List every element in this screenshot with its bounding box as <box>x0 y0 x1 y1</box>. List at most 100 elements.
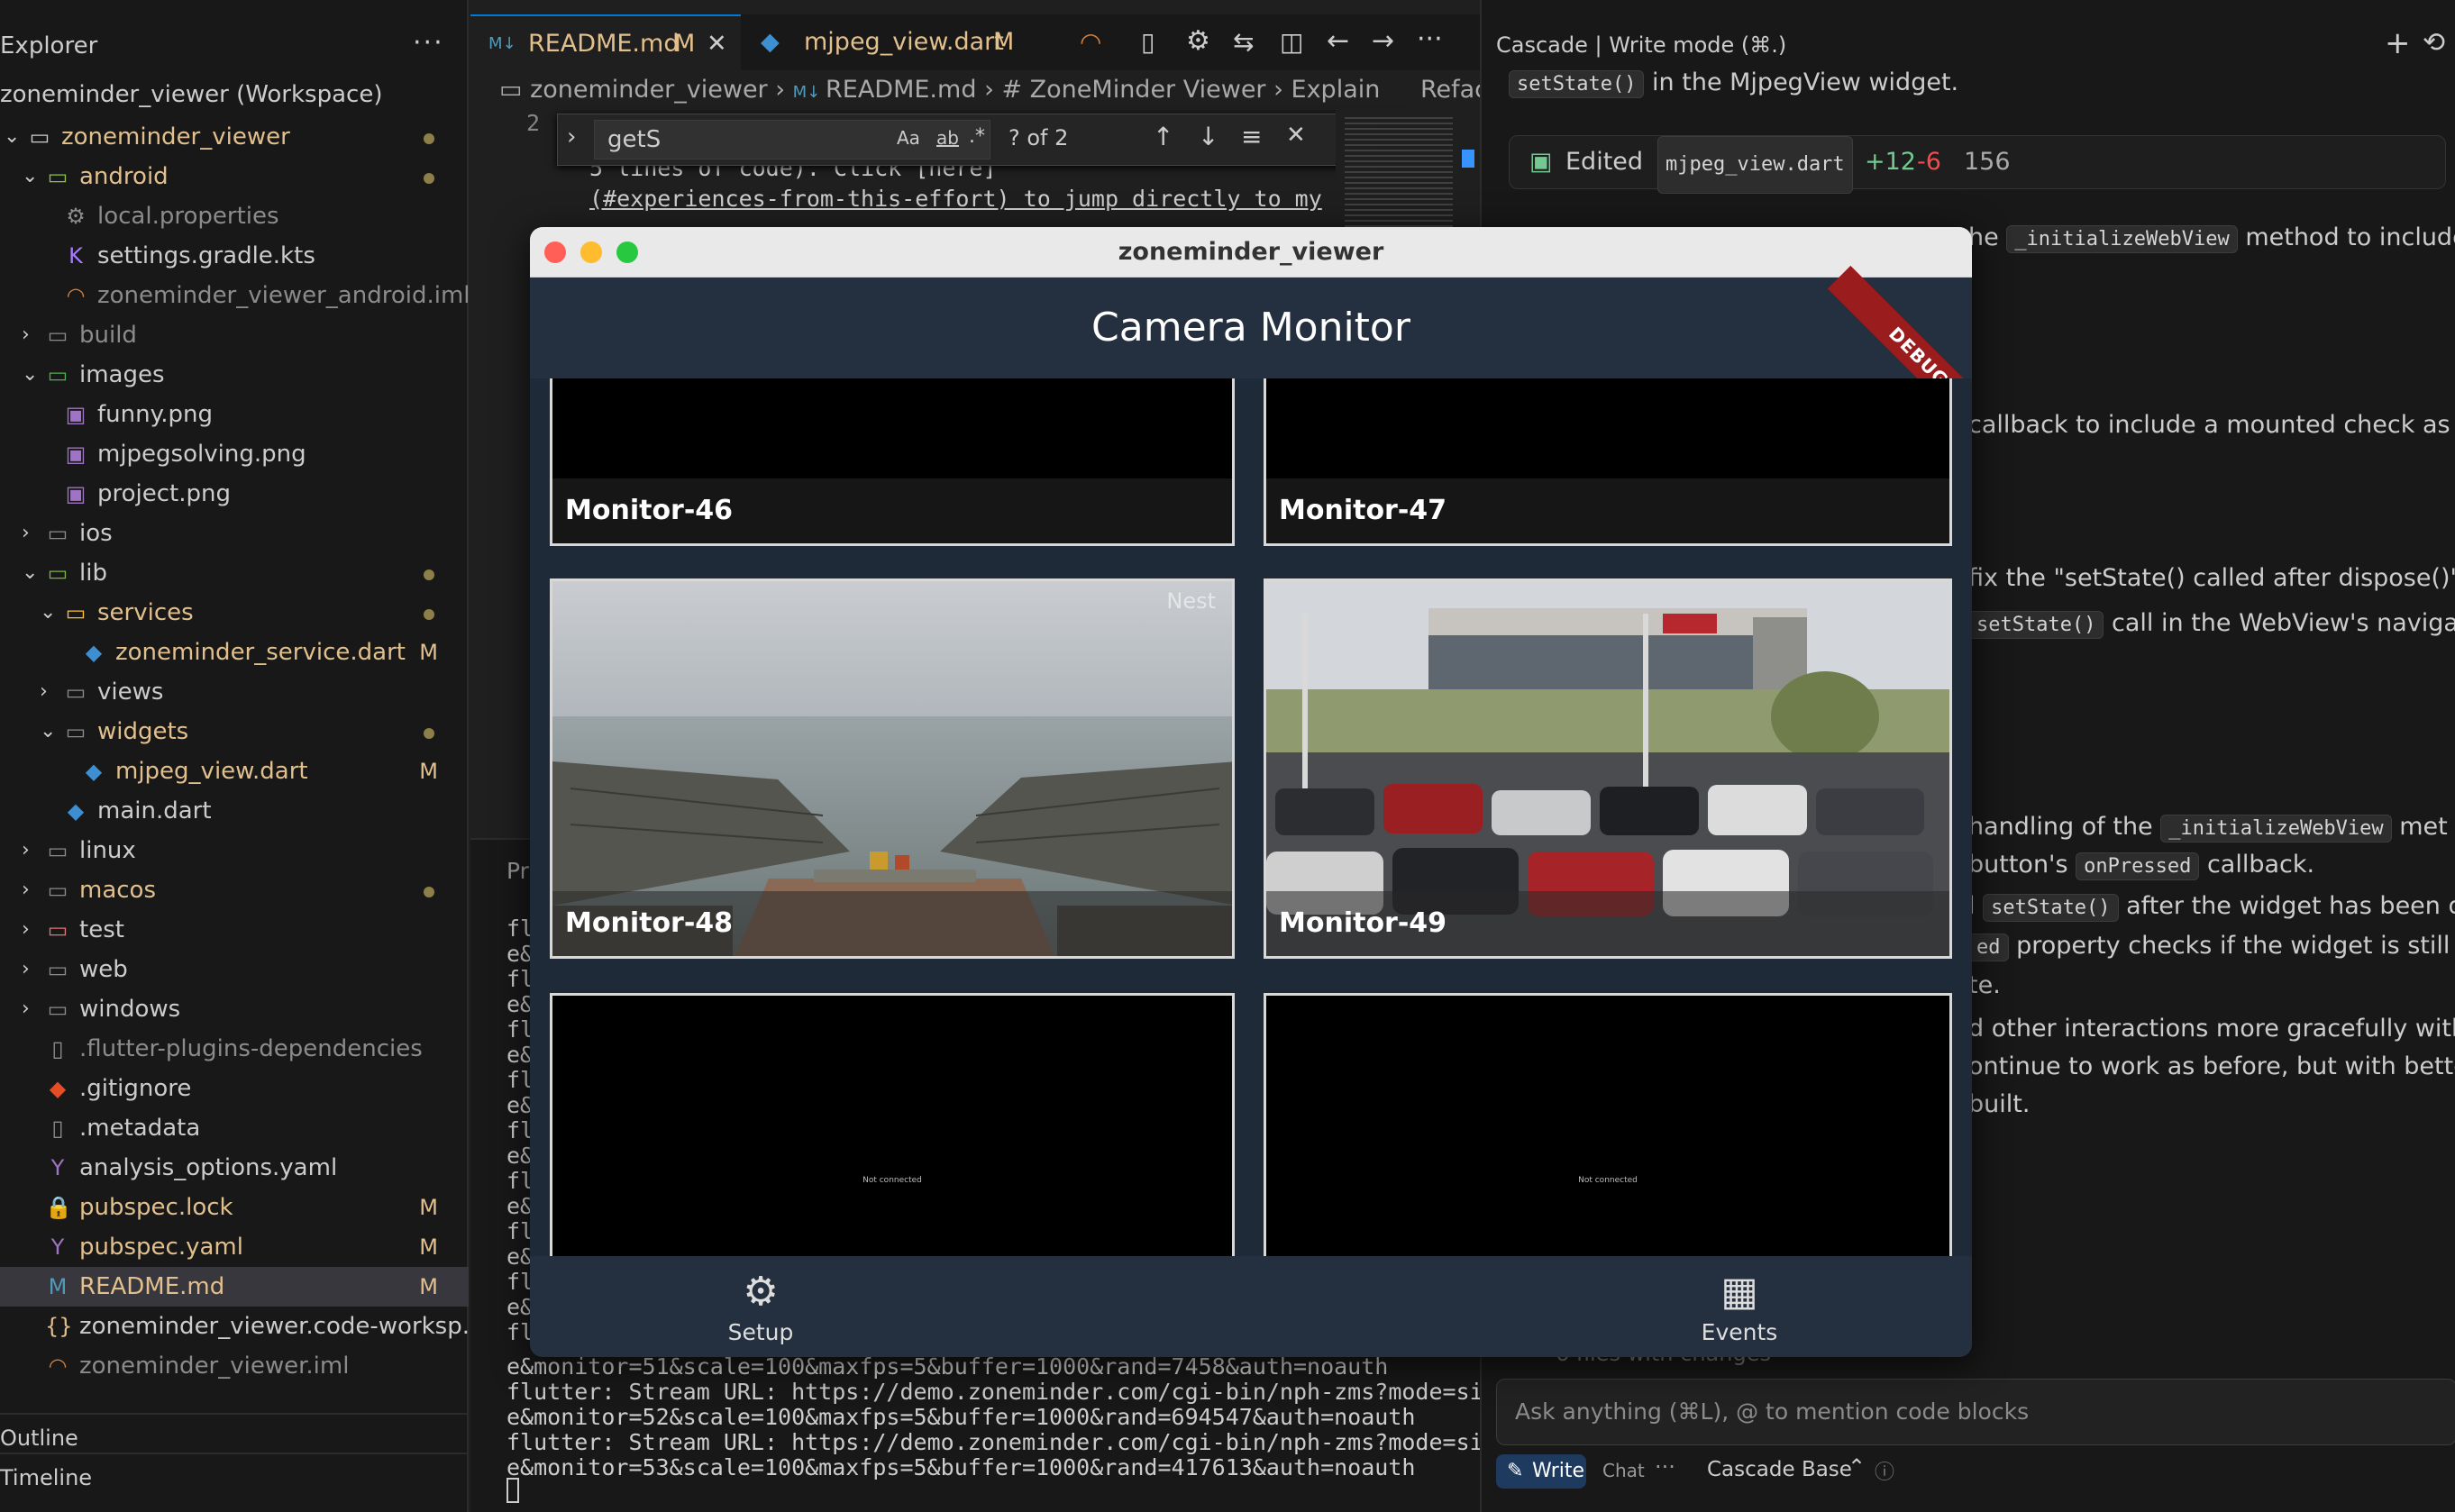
chevron-right-icon[interactable]: › <box>567 123 576 150</box>
help-icon[interactable]: ⓘ <box>1875 1456 1894 1485</box>
monitor-tile[interactable]: Monitor-49 <box>1264 578 1952 959</box>
tree-item[interactable]: {} zoneminder_viewer.code-worksp... <box>0 1307 485 1346</box>
match-case-toggle[interactable]: Aa <box>897 127 920 149</box>
chevron-down-icon[interactable]: ⌄ <box>40 712 58 751</box>
tree-item[interactable]: ◆ .gitignore <box>0 1069 469 1108</box>
monitor-tile[interactable]: Monitor-46 <box>550 378 1235 546</box>
chevron-right-icon[interactable]: › <box>22 870 40 910</box>
outline-section[interactable]: Outline <box>0 1425 78 1451</box>
monitor-grid[interactable]: Monitor-46 Monitor-47 Nest Monitor-48 Mo… <box>530 378 1972 1256</box>
tree-item[interactable]: › ▭ web <box>0 950 469 989</box>
tree-item[interactable]: ▣ mjpegsolving.png <box>0 434 469 474</box>
breadcrumb-item[interactable]: README.md <box>826 76 976 104</box>
events-nav-button[interactable]: ▦ Events <box>1640 1256 1839 1357</box>
chevron-right-icon[interactable]: › <box>22 910 40 950</box>
forward-icon[interactable]: → <box>1372 25 1394 57</box>
workspace-title[interactable]: zoneminder_viewer (Workspace) <box>0 81 382 108</box>
chevron-up-icon[interactable]: ⌃ <box>1848 1454 1866 1480</box>
refactor-action[interactable]: Refac <box>1420 76 1488 104</box>
tree-item[interactable]: ⌄ ▭ widgets <box>0 712 469 751</box>
tree-item[interactable]: ⚙ local.properties <box>0 196 469 236</box>
tree-item[interactable]: ◠ zoneminder_viewer_android.iml <box>0 276 470 315</box>
tree-item[interactable]: ◆ zoneminder_service.dart M <box>0 633 469 672</box>
history-icon[interactable]: ⟲ <box>2423 27 2445 59</box>
next-match-icon[interactable]: ↓ <box>1198 122 1218 151</box>
previous-match-icon[interactable]: ↑ <box>1153 122 1173 151</box>
tree-item[interactable]: ⌄ ▭ lib <box>0 553 469 593</box>
whole-word-toggle[interactable]: ab <box>936 127 959 149</box>
chevron-down-icon[interactable]: ⌄ <box>4 117 22 157</box>
tree-item[interactable]: › ▭ ios <box>0 514 469 553</box>
rss-icon: ◠ <box>66 283 86 308</box>
more-actions-icon[interactable]: ··· <box>1655 1454 1675 1480</box>
tree-item[interactable]: › ▭ build <box>0 315 469 355</box>
tree-item[interactable]: ⌄ ▭ services <box>0 593 469 633</box>
timeline-section[interactable]: Timeline <box>0 1465 92 1490</box>
more-actions-icon[interactable]: ··· <box>413 27 444 59</box>
tab-readme[interactable]: M↓ README.md M ✕ <box>470 14 741 70</box>
tree-item[interactable]: ▣ project.png <box>0 474 469 514</box>
chevron-right-icon[interactable]: › <box>22 950 40 989</box>
tree-item[interactable]: Yanalysis_options.yaml <box>0 1148 469 1188</box>
tree-item[interactable]: ▯ .flutter-plugins-dependencies <box>0 1029 469 1069</box>
tree-item[interactable]: › ▭ macos <box>0 870 469 910</box>
tree-item[interactable]: ◆ main.dart <box>0 791 469 831</box>
cascade-input[interactable]: Ask anything (⌘L), @ to mention code blo… <box>1496 1379 2455 1445</box>
chevron-right-icon[interactable]: › <box>22 989 40 1029</box>
close-icon[interactable]: ✕ <box>707 16 727 72</box>
chevron-right-icon[interactable]: › <box>22 315 40 355</box>
window-titlebar[interactable]: zoneminder_viewer <box>530 227 1972 278</box>
tree-item[interactable]: ◆ mjpeg_view.dart M <box>0 751 469 791</box>
tree-item[interactable]: › ▭ windows <box>0 989 469 1029</box>
split-editor-icon[interactable]: ▯ <box>1141 27 1154 57</box>
chevron-right-icon[interactable]: › <box>40 672 58 712</box>
chevron-right-icon[interactable]: › <box>22 514 40 553</box>
tree-item[interactable]: ◠ zoneminder_viewer.iml <box>0 1346 469 1386</box>
find-in-selection-icon[interactable]: ≡ <box>1241 122 1262 151</box>
layout-icon[interactable]: ◫ <box>1280 27 1303 57</box>
chevron-down-icon[interactable]: ⌄ <box>22 355 40 395</box>
monitor-tile[interactable]: Nest Monitor-48 <box>550 578 1235 959</box>
chevron-down-icon[interactable]: ⌄ <box>22 157 40 196</box>
write-mode-button[interactable]: ✎ Write <box>1496 1454 1586 1489</box>
chat-mode-button[interactable]: Chat <box>1602 1460 1645 1481</box>
monitor-tile[interactable]: Not connected <box>550 993 1235 1256</box>
setup-nav-button[interactable]: ⚙ Setup <box>662 1256 860 1357</box>
model-selector[interactable]: Cascade Base <box>1707 1458 1852 1481</box>
monitor-tile[interactable]: Not connected <box>1264 993 1952 1256</box>
tree-item[interactable]: › ▭ linux <box>0 831 469 870</box>
edited-file-card[interactable]: ▣ Edited mjpeg_view.dart +12 -6 156 <box>1509 135 2446 194</box>
tree-item[interactable]: M README.md M <box>0 1267 469 1307</box>
compare-icon[interactable]: ⇆ <box>1233 27 1254 57</box>
tree-item[interactable]: Ksettings.gradle.kts <box>0 236 469 276</box>
tree-item[interactable]: ▣ funny.png <box>0 395 469 434</box>
more-actions-icon[interactable]: ··· <box>1417 23 1443 55</box>
tree-item[interactable]: ▯ .metadata <box>0 1108 469 1148</box>
tree-item[interactable]: › ▭ test <box>0 910 469 950</box>
tree-item[interactable]: ⌄ ▭ android <box>0 157 469 196</box>
tree-item[interactable]: ⌄ ▭ zoneminder_viewer <box>0 117 469 157</box>
rss-icon[interactable]: ◠ <box>1080 27 1101 57</box>
chevron-right-icon: › <box>775 76 793 104</box>
problems-tab[interactable]: Pr <box>507 858 529 884</box>
tab-badge: M <box>993 28 1015 56</box>
monitor-tile[interactable]: Monitor-47 <box>1264 378 1952 546</box>
tree-item[interactable]: › ▭ views <box>0 672 469 712</box>
chevron-down-icon[interactable]: ⌄ <box>22 553 40 593</box>
tree-item[interactable]: Ypubspec.yaml M <box>0 1227 469 1267</box>
breadcrumb-item[interactable]: zoneminder_viewer <box>530 76 768 104</box>
tree-item[interactable]: ⌄ ▭ images <box>0 355 469 395</box>
find-input[interactable]: getS <box>594 120 990 159</box>
regex-toggle[interactable]: .* <box>969 125 985 148</box>
chevron-right-icon[interactable]: › <box>22 831 40 870</box>
explain-action[interactable]: Explain <box>1291 76 1381 104</box>
tab-mjpeg-view[interactable]: ◆ mjpeg_view.dart M <box>743 14 1040 70</box>
breadcrumb-item[interactable]: # ZoneMinder Viewer <box>1001 76 1265 104</box>
tree-item[interactable]: 🔒 pubspec.lock M <box>0 1188 469 1227</box>
chevron-down-icon[interactable]: ⌄ <box>40 593 58 633</box>
gear-icon[interactable]: ⚙ <box>1186 25 1210 57</box>
add-icon[interactable]: + <box>2385 25 2411 61</box>
close-icon[interactable]: ✕ <box>1286 122 1306 149</box>
back-icon[interactable]: ← <box>1327 25 1349 57</box>
edited-file-name[interactable]: mjpeg_view.dart <box>1657 136 1853 194</box>
